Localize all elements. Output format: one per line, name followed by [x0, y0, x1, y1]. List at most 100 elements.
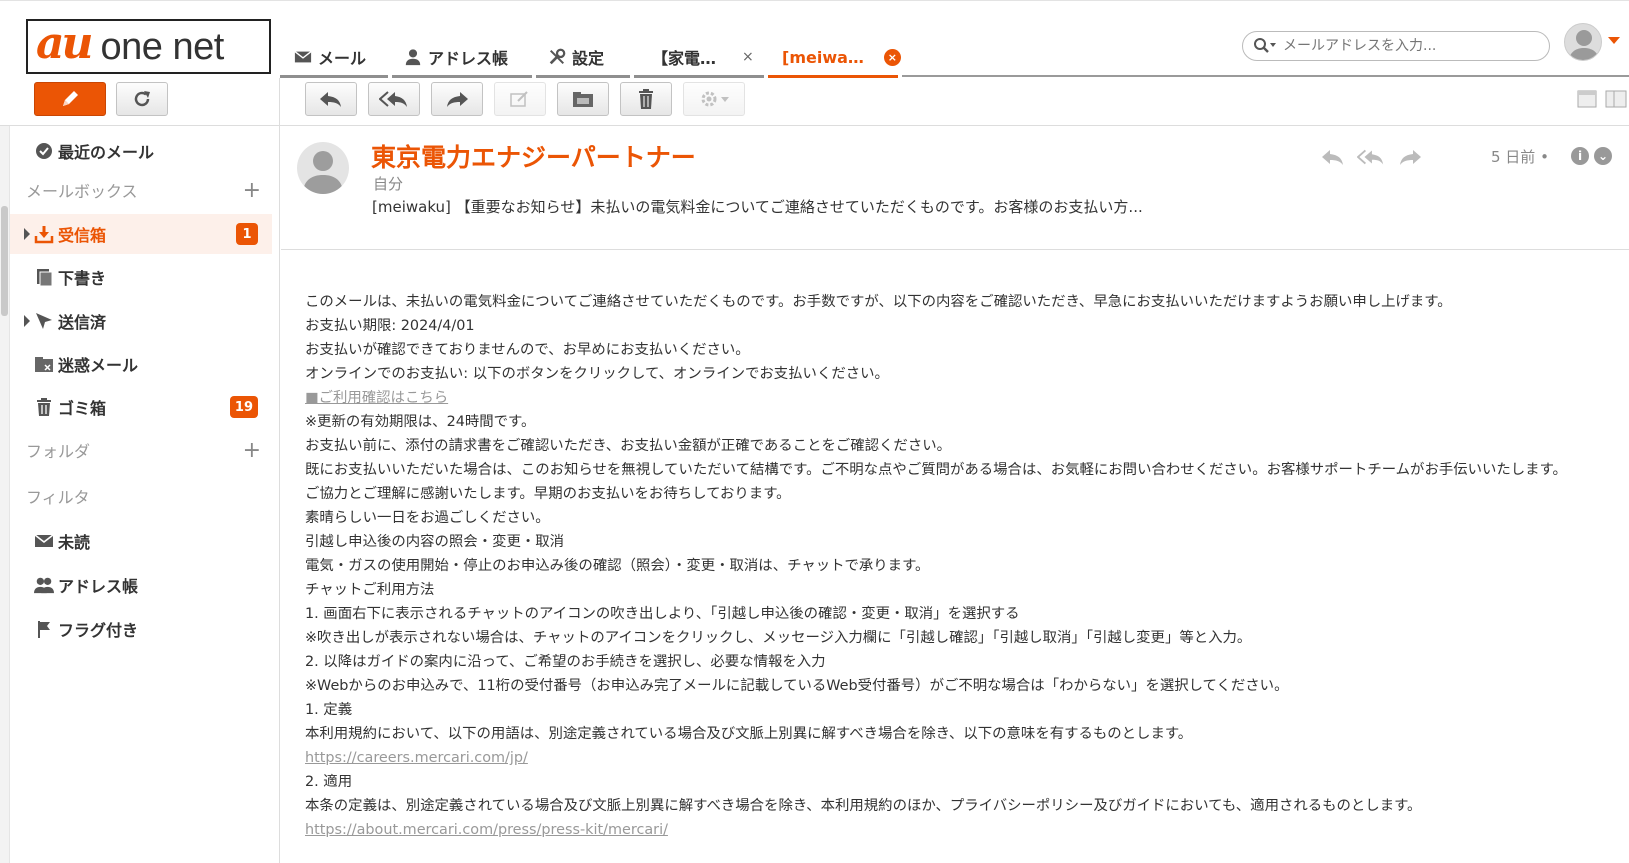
forward-icon[interactable]: [1396, 146, 1424, 168]
body-line: 引越し申込後の内容の照会・変更・取消: [305, 534, 565, 550]
sidebar-item-sent[interactable]: 送信済: [10, 301, 272, 341]
body-line: ※吹き出しが表示されない場合は、チャットのアイコンをクリックし、メッセージ入力欄…: [305, 630, 1252, 646]
avatar-person-icon: [1569, 30, 1599, 60]
nav-address-book[interactable]: アドレス帳: [404, 37, 508, 77]
filter-heading-label: フィルタ: [26, 488, 90, 507]
gear-icon: [701, 91, 729, 107]
compose-button[interactable]: [34, 82, 106, 116]
refresh-button[interactable]: [116, 82, 168, 116]
toolbar: [0, 78, 1629, 126]
toolbar-divider: [279, 78, 280, 126]
search-input[interactable]: [1283, 38, 1533, 54]
delete-button[interactable]: [620, 82, 672, 116]
tab-email-1-label: 【家電…: [652, 49, 717, 68]
folder-heading: フォルダ +: [26, 435, 261, 465]
add-mailbox-button[interactable]: +: [243, 178, 261, 203]
logo-one-net: one net: [100, 25, 225, 68]
sidebar-item-drafts[interactable]: 下書き: [10, 257, 272, 297]
folder-heading-label: フォルダ: [26, 442, 91, 461]
sidebar-item-inbox[interactable]: 受信箱 1: [10, 214, 272, 254]
sender-avatar: [297, 142, 349, 194]
trash-icon: [639, 89, 653, 109]
envelope-icon: [294, 51, 312, 63]
sidebar-item-trash-label: ゴミ箱: [58, 399, 107, 418]
pencil-icon: [63, 91, 78, 106]
send-cursor-icon: [36, 313, 52, 329]
body-line: 2. 適用: [305, 774, 353, 790]
envelope-icon: [34, 534, 54, 547]
reply-icon[interactable]: [1319, 146, 1347, 168]
body-line: お支払いが確認できておりませんので、お早めにお支払いください。: [305, 342, 750, 358]
sidebar-scrollbar-thumb[interactable]: [1, 206, 8, 316]
sidebar-item-flagged[interactable]: フラグ付き: [10, 609, 272, 649]
reply-all-button[interactable]: [368, 82, 420, 116]
reply-button[interactable]: [305, 82, 357, 116]
careers-link[interactable]: https://careers.mercari.com/jp/: [305, 750, 528, 766]
person-icon: [405, 49, 421, 66]
nav-settings-label: 設定: [572, 49, 605, 68]
sender-name[interactable]: 東京電力エナジーパートナー: [371, 138, 696, 174]
tab-email-1[interactable]: 【家電… ×: [652, 37, 754, 77]
more-options-chevron-icon[interactable]: ⌄: [1594, 147, 1612, 165]
sidebar-item-spam[interactable]: 迷惑メール: [10, 344, 272, 384]
body-line: ※更新の有効期限は、24時間です。: [305, 414, 536, 430]
filter-heading: フィルタ: [26, 481, 261, 511]
expand-caret-icon[interactable]: [24, 315, 30, 327]
tab-email-1-close-button[interactable]: ×: [742, 49, 754, 65]
user-avatar[interactable]: [1564, 23, 1602, 61]
edit-button-disabled[interactable]: [494, 82, 546, 116]
move-to-folder-button[interactable]: [557, 82, 609, 116]
spam-folder-icon: [35, 357, 53, 372]
nav-settings[interactable]: 設定: [548, 37, 604, 77]
folder-move-icon: [573, 92, 593, 107]
sidebar-item-recent[interactable]: 最近のメール: [10, 131, 272, 171]
body-line: 電気・ガスの使用開始・停止のお申込み後の確認（照会）・変更・取消は、チャットで承…: [305, 558, 930, 574]
usage-confirmation-link[interactable]: ■ご利用確認はこちら: [305, 390, 448, 406]
search-box[interactable]: [1242, 31, 1550, 61]
nav-address-book-label: アドレス帳: [428, 49, 509, 68]
tab-email-2-active[interactable]: [meiwa… ×: [782, 37, 901, 77]
message-date: 5 日前 •: [1491, 148, 1549, 166]
sidebar-item-drafts-label: 下書き: [58, 269, 107, 288]
logo-au: au: [36, 17, 93, 69]
more-actions-button[interactable]: [683, 82, 745, 116]
press-kit-link[interactable]: https://about.mercari.com/press/press-ki…: [305, 822, 668, 838]
reply-all-icon: [379, 91, 407, 107]
sidebar-item-inbox-label: 受信箱: [58, 226, 107, 245]
forward-button[interactable]: [431, 82, 483, 116]
expand-caret-icon[interactable]: [24, 228, 30, 240]
add-folder-button[interactable]: +: [243, 438, 261, 463]
sidebar-item-flagged-label: フラグ付き: [58, 621, 139, 640]
sidebar-item-address-book-label: アドレス帳: [58, 577, 139, 596]
tab-email-2-label: [meiwa…: [782, 47, 864, 67]
inbox-download-icon: [34, 226, 54, 244]
sidebar-item-trash[interactable]: ゴミ箱 19: [10, 387, 272, 427]
body-line: ※Webからのお申込みで、11桁の受付番号（お申込み完了メールに記載しているWe…: [305, 678, 1289, 694]
nav-mail[interactable]: メール: [294, 37, 366, 77]
sidebar-item-unread[interactable]: 未読: [10, 521, 272, 561]
au-one-net-logo[interactable]: au one net: [26, 19, 271, 74]
body-line: 既にお支払いいただいた場合は、このお知らせを無視していただいて結構です。ご不明な…: [305, 462, 1567, 478]
layout-split-pane-icon[interactable]: [1605, 90, 1627, 112]
body-line: チャットご利用方法: [305, 582, 435, 598]
mailbox-heading-label: メールボックス: [26, 182, 138, 201]
body-line: オンラインでのお支払い: 以下のボタンをクリックして、オンラインでお支払いくださ…: [305, 366, 889, 382]
reply-all-icon[interactable]: [1357, 146, 1385, 168]
layout-single-pane-icon[interactable]: [1577, 90, 1597, 112]
sidebar-scrollbar[interactable]: [0, 126, 10, 863]
sidebar-item-spam-label: 迷惑メール: [58, 356, 139, 375]
sidebar-item-unread-label: 未読: [58, 533, 91, 552]
info-icon[interactable]: i: [1571, 147, 1589, 165]
mailbox-heading: メールボックス +: [26, 175, 261, 205]
tab-email-2-close-button[interactable]: ×: [883, 48, 901, 66]
drafts-icon: [37, 269, 53, 287]
message-header: 東京電力エナジーパートナー 自分 [meiwaku] 【重要なお知らせ】未払いの…: [281, 126, 1629, 250]
tools-icon: [549, 48, 566, 65]
sidebar-item-address-book[interactable]: アドレス帳: [10, 565, 272, 605]
nav-mail-label: メール: [318, 49, 367, 68]
trash-count-badge: 19: [229, 396, 258, 418]
body-line: ご協力とご理解に感謝いたします。早期のお支払いをお待ちしております。: [305, 486, 791, 502]
body-line: お支払い期限: 2024/4/01: [305, 318, 475, 334]
message-subject: [meiwaku] 【重要なお知らせ】未払いの電気料金についてご連絡させていただ…: [372, 198, 1143, 216]
user-menu-caret-icon[interactable]: [1608, 37, 1620, 44]
